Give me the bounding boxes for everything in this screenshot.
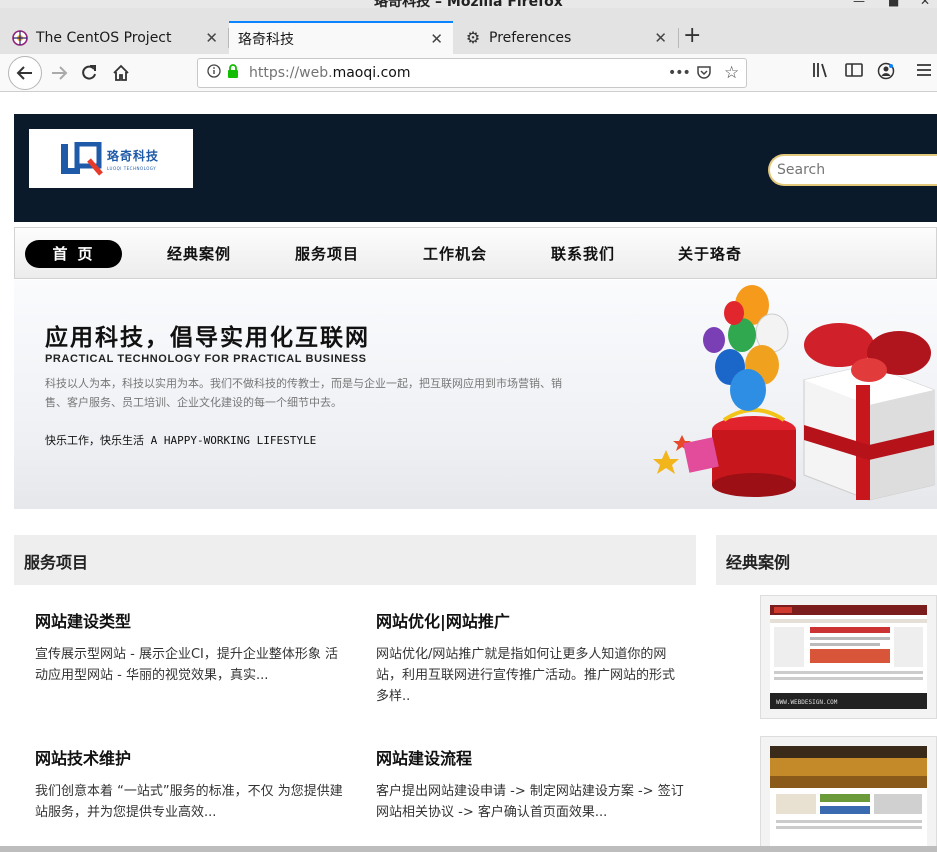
page-content: 珞奇科技 LUOQI TECHNOLOGY 首页 经典案例 服务项目 工作机会 …	[4, 95, 937, 852]
case-thumb-caption: WWW.WEBDESIGN.COM	[776, 699, 838, 706]
info-icon[interactable]	[207, 64, 221, 82]
service-description: 我们创意本着 “一站式”服务的标准，不仅 为您提供建站服务，并为您提供专业高效.…	[35, 784, 343, 820]
tab-label: 珞奇科技	[238, 31, 294, 48]
main-navigation: 首页 经典案例 服务项目 工作机会 联系我们 关于珞奇	[14, 227, 937, 279]
maximize-icon[interactable]: ■	[888, 0, 899, 8]
service-item: 网站建设类型 宣传展示型网站 - 展示企业CI，提升企业整体形象 活动应用型网站…	[35, 608, 345, 686]
service-item: 网站建设流程 客户提出网站建设申请 -> 制定网站建设方案 -> 签订网站相关协…	[376, 745, 686, 823]
tab-strip: The CentOS Project ✕ 珞奇科技 ✕ ⚙ Preference…	[0, 8, 937, 54]
service-item: 网站优化|网站推广 网站优化/网站推广就是指如何让更多人知道你的网站，利用互联网…	[376, 608, 686, 707]
home-button[interactable]	[106, 58, 136, 88]
sidebar-icon[interactable]	[845, 62, 863, 82]
back-arrow-icon	[16, 66, 32, 80]
library-icon[interactable]	[812, 62, 830, 82]
logo-name-cn: 珞奇科技	[107, 148, 160, 163]
gift-balloons-illustration	[653, 285, 935, 501]
reload-icon	[82, 65, 96, 80]
service-title[interactable]: 网站建设流程	[376, 745, 686, 769]
new-tab-icon[interactable]: +	[683, 25, 701, 47]
navigation-toolbar: https://web.maoqi.com ••• ☆	[0, 54, 937, 92]
account-icon[interactable]	[877, 62, 895, 84]
service-description: 客户提出网站建设申请 -> 制定网站建设方案 -> 签订网站相关协议 -> 客户…	[376, 784, 684, 820]
pocket-icon[interactable]	[696, 64, 712, 84]
case-screenshot-image: WWW.WEBDESIGN.COM	[770, 605, 927, 709]
menu-icon[interactable]	[916, 62, 932, 81]
close-window-icon[interactable]: ✕	[920, 0, 930, 8]
nav-home[interactable]: 首页	[25, 240, 122, 268]
search-input[interactable]	[777, 162, 927, 178]
logo-text: 珞奇科技 LUOQI TECHNOLOGY	[107, 147, 159, 171]
service-description: 网站优化/网站推广就是指如何让更多人知道你的网站，利用互联网进行宣传推广活动。推…	[376, 647, 676, 704]
cases-heading: 经典案例	[726, 553, 791, 572]
banner-slogan: 快乐工作，快乐生活 A HAPPY-WORKING LIFESTYLE	[45, 434, 317, 447]
logo-name-en: LUOQI TECHNOLOGY	[107, 165, 157, 171]
close-tab-icon[interactable]: ✕	[205, 29, 218, 47]
site-header: 珞奇科技 LUOQI TECHNOLOGY	[14, 114, 937, 222]
centos-icon	[12, 29, 28, 46]
forward-button[interactable]	[44, 58, 74, 88]
banner-title: 应用科技，倡导实用化互联网	[45, 324, 370, 351]
banner-subtitle: PRACTICAL TECHNOLOGY FOR PRACTICAL BUSIN…	[45, 353, 367, 365]
forward-arrow-icon	[52, 66, 68, 80]
window-titlebar: 珞奇科技 – Mozilla Firefox — ■ ✕	[0, 0, 937, 8]
cases-section-header: 经典案例	[716, 535, 937, 585]
logo-mark-icon	[59, 141, 103, 176]
back-button[interactable]	[8, 56, 42, 90]
tab-label: The CentOS Project	[36, 29, 172, 46]
nav-about[interactable]: 关于珞奇	[678, 240, 742, 268]
lock-icon[interactable]	[227, 64, 239, 82]
services-heading: 服务项目	[24, 553, 89, 572]
tab-separator	[678, 28, 679, 48]
tab-label: Preferences	[489, 29, 572, 46]
tab-centos[interactable]: The CentOS Project ✕	[0, 21, 228, 54]
nav-jobs[interactable]: 工作机会	[423, 240, 487, 268]
service-title[interactable]: 网站优化|网站推广	[376, 608, 686, 632]
url-bar[interactable]: https://web.maoqi.com ••• ☆	[197, 58, 747, 88]
close-tab-icon[interactable]: ✕	[430, 30, 443, 48]
horizontal-scrollbar[interactable]	[0, 846, 937, 852]
case-thumbnail[interactable]: WWW.WEBDESIGN.COM	[760, 595, 937, 719]
site-search	[768, 154, 937, 186]
site-logo[interactable]: 珞奇科技 LUOQI TECHNOLOGY	[29, 129, 193, 188]
page-actions-icon[interactable]: •••	[668, 65, 691, 81]
nav-contact[interactable]: 联系我们	[551, 240, 615, 268]
minimize-icon[interactable]: —	[853, 0, 865, 8]
case-screenshot-image	[770, 746, 927, 850]
hero-banner: 应用科技，倡导实用化互联网 PRACTICAL TECHNOLOGY FOR P…	[14, 280, 937, 509]
service-item: 网站技术维护 我们创意本着 “一站式”服务的标准，不仅 为您提供建站服务，并为您…	[35, 745, 345, 823]
services-section-header: 服务项目	[14, 535, 696, 585]
service-title[interactable]: 网站技术维护	[35, 745, 345, 769]
home-icon	[113, 64, 129, 81]
url-text: https://web.maoqi.com	[249, 65, 411, 81]
tab-preferences[interactable]: ⚙ Preferences ✕	[453, 21, 677, 54]
service-title[interactable]: 网站建设类型	[35, 608, 345, 632]
nav-services[interactable]: 服务项目	[295, 240, 359, 268]
banner-description: 科技以人为本，科技以实用为本。我们不做科技的传教士，而是与企业一起，把互联网应用…	[45, 377, 562, 409]
service-description: 宣传展示型网站 - 展示企业CI，提升企业整体形象 活动应用型网站 - 华丽的视…	[35, 647, 338, 683]
gear-icon: ⚙	[465, 28, 481, 47]
close-tab-icon[interactable]: ✕	[654, 29, 667, 47]
window-title: 珞奇科技 – Mozilla Firefox	[374, 0, 563, 8]
reload-button[interactable]	[74, 58, 104, 88]
case-thumbnail[interactable]	[760, 736, 937, 852]
tab-maoqi[interactable]: 珞奇科技 ✕	[229, 21, 453, 54]
nav-cases[interactable]: 经典案例	[167, 240, 231, 268]
bookmark-star-icon[interactable]: ☆	[724, 63, 739, 83]
